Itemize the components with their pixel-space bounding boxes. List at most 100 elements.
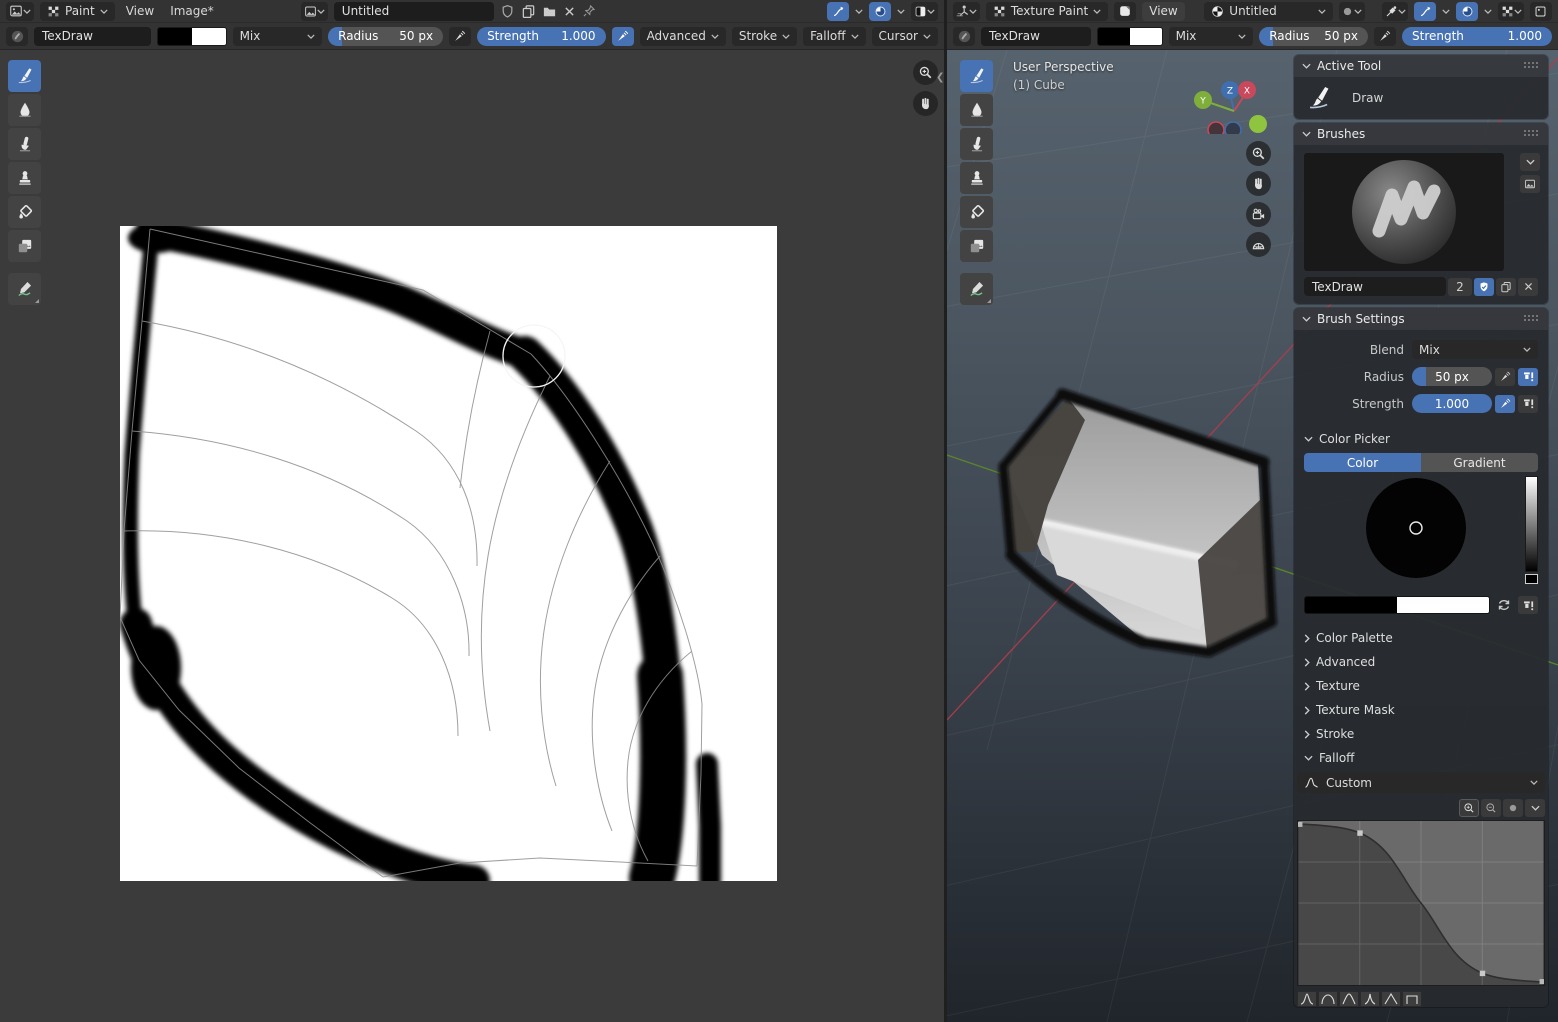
editor-type-button[interactable] bbox=[6, 2, 34, 21]
primary-color-swatch[interactable] bbox=[1305, 597, 1397, 613]
region-toggle-arrow[interactable]: ❮ bbox=[936, 72, 944, 83]
secondary-color-swatch[interactable] bbox=[192, 28, 226, 45]
strength-slider[interactable]: Strength 1.000 bbox=[1402, 27, 1552, 46]
color-wheel[interactable] bbox=[1364, 476, 1468, 580]
value-slider[interactable] bbox=[1525, 476, 1538, 572]
gizmo-x-neg-axis[interactable] bbox=[1208, 122, 1224, 134]
section-falloff[interactable]: Falloff bbox=[1294, 746, 1548, 770]
navigation-gizmo[interactable]: Z X Y bbox=[1192, 62, 1282, 134]
panel-grip[interactable] bbox=[1524, 62, 1540, 70]
radius-unified-toggle[interactable] bbox=[1518, 368, 1538, 386]
section-texture-mask[interactable]: Texture Mask bbox=[1294, 698, 1548, 722]
tool-fill-button[interactable] bbox=[960, 196, 993, 228]
tool-soften-button[interactable] bbox=[960, 94, 993, 126]
tool-soften-button[interactable] bbox=[8, 94, 41, 126]
secondary-color-swatch[interactable] bbox=[1397, 597, 1489, 613]
brush-select-dropdown[interactable] bbox=[1520, 153, 1540, 171]
section-advanced[interactable]: Advanced bbox=[1294, 650, 1548, 674]
brush-settings-panel-header[interactable]: Brush Settings bbox=[1294, 308, 1548, 330]
falloff-shape-dropdown[interactable] bbox=[1456, 2, 1478, 21]
blend-mode-dropdown[interactable]: Mix bbox=[1169, 27, 1254, 46]
strength-slider[interactable]: 1.000 bbox=[1412, 394, 1492, 413]
curve-point-b[interactable] bbox=[1480, 971, 1485, 976]
section-stroke[interactable]: Stroke bbox=[1294, 722, 1548, 746]
ortho-toggle-button[interactable] bbox=[1246, 232, 1271, 257]
brush-name-field[interactable]: TexDraw bbox=[34, 27, 151, 46]
brush-users-count[interactable]: 2 bbox=[1448, 278, 1472, 296]
preset-root-button[interactable] bbox=[1339, 991, 1359, 1007]
proportional-edit-dropdown[interactable] bbox=[1414, 2, 1436, 21]
stroke-popover[interactable]: Stroke bbox=[732, 27, 797, 46]
image-canvas-area[interactable]: ❮ bbox=[0, 50, 944, 1022]
preset-sharp-button[interactable] bbox=[1360, 991, 1380, 1007]
brush-icon-button[interactable] bbox=[1520, 175, 1540, 193]
radius-pressure-toggle[interactable] bbox=[1374, 27, 1396, 46]
sample-color-dropdown[interactable] bbox=[1382, 2, 1408, 21]
texture-paint-mode-dropdown[interactable]: Texture Paint bbox=[986, 2, 1108, 21]
primary-color-swatch[interactable] bbox=[1098, 28, 1130, 45]
mask-mode-dropdown[interactable] bbox=[1339, 2, 1365, 21]
primary-color-swatch[interactable] bbox=[158, 28, 192, 45]
brush-preview-button[interactable] bbox=[953, 27, 975, 46]
image-name-field[interactable]: Untitled bbox=[334, 2, 494, 21]
collapsed-menus-button[interactable] bbox=[1114, 2, 1136, 21]
radius-pressure-toggle[interactable] bbox=[1495, 368, 1515, 386]
display-channels-dropdown[interactable] bbox=[911, 2, 938, 21]
radius-pressure-toggle[interactable] bbox=[449, 27, 471, 46]
panel-grip[interactable] bbox=[1524, 315, 1540, 323]
curve-extra-dropdown[interactable] bbox=[1525, 799, 1545, 817]
chevron-down-icon[interactable] bbox=[1442, 9, 1450, 14]
tool-annotate-button[interactable] bbox=[960, 273, 993, 305]
curve-zoom-in-button[interactable] bbox=[1459, 799, 1479, 817]
brush-name-field[interactable]: TexDraw bbox=[1304, 277, 1446, 296]
strength-slider[interactable]: Strength 1.000 bbox=[477, 27, 606, 46]
radius-slider[interactable]: 50 px bbox=[1412, 367, 1492, 386]
pan-button[interactable] bbox=[913, 91, 938, 116]
view-menu[interactable]: View bbox=[1142, 2, 1184, 21]
chevron-down-icon[interactable] bbox=[855, 9, 863, 14]
texture-slot-dropdown[interactable]: Untitled bbox=[1204, 2, 1332, 21]
falloff-popover[interactable]: Falloff bbox=[803, 27, 865, 46]
blend-dropdown[interactable]: Mix bbox=[1412, 340, 1538, 359]
tool-clone-button[interactable] bbox=[8, 162, 41, 194]
color-picker-subpanel-header[interactable]: Color Picker bbox=[1294, 427, 1548, 451]
preset-smooth-button[interactable] bbox=[1297, 991, 1317, 1007]
radius-slider[interactable]: Radius 50 px bbox=[328, 27, 443, 46]
editor-type-button[interactable] bbox=[953, 2, 980, 21]
secondary-color-swatch[interactable] bbox=[1130, 28, 1162, 45]
unlink-icon[interactable] bbox=[563, 5, 576, 18]
curve-zoom-out-button[interactable] bbox=[1481, 799, 1501, 817]
primary-secondary-colors[interactable] bbox=[1304, 596, 1490, 614]
duplicate-brush-button[interactable] bbox=[1496, 278, 1516, 296]
image-menu[interactable]: Image* bbox=[165, 2, 219, 20]
tool-mask-button[interactable] bbox=[8, 230, 41, 262]
blend-mode-dropdown[interactable]: Mix bbox=[233, 27, 323, 46]
cursor-popover[interactable]: Cursor bbox=[872, 27, 938, 46]
strength-unified-toggle[interactable] bbox=[1518, 395, 1538, 413]
preset-sphere-button[interactable] bbox=[1318, 991, 1338, 1007]
gizmo-z-neg-axis[interactable] bbox=[1225, 122, 1241, 134]
paint-mode-dropdown[interactable]: Paint bbox=[40, 2, 115, 21]
radius-slider[interactable]: Radius 50 px bbox=[1259, 27, 1368, 46]
tool-mask-button[interactable] bbox=[960, 230, 993, 262]
chevron-down-icon[interactable] bbox=[897, 9, 905, 14]
brushes-panel-header[interactable]: Brushes bbox=[1294, 123, 1548, 145]
section-texture[interactable]: Texture bbox=[1294, 674, 1548, 698]
paint-canvas[interactable] bbox=[120, 226, 777, 881]
camera-view-button[interactable] bbox=[1246, 202, 1271, 227]
tool-smear-button[interactable] bbox=[8, 128, 41, 160]
unlink-brush-button[interactable] bbox=[1518, 278, 1538, 296]
curve-point-a[interactable] bbox=[1357, 830, 1362, 835]
curve-options-button[interactable] bbox=[1503, 799, 1523, 817]
color-swatch-pair[interactable] bbox=[1097, 27, 1162, 46]
symmetry-dropdown[interactable] bbox=[1498, 2, 1524, 21]
advanced-popover[interactable]: Advanced bbox=[640, 27, 726, 46]
tab-gradient[interactable]: Gradient bbox=[1421, 453, 1538, 472]
panel-grip[interactable] bbox=[1524, 130, 1540, 138]
brush-preview[interactable] bbox=[1304, 153, 1504, 271]
tool-clone-button[interactable] bbox=[960, 162, 993, 194]
section-color-palette[interactable]: Color Palette bbox=[1294, 626, 1548, 650]
color-swatch-pair[interactable] bbox=[157, 27, 227, 46]
gizmo-y-neg-axis[interactable] bbox=[1249, 115, 1267, 133]
pan-button[interactable] bbox=[1246, 171, 1271, 196]
